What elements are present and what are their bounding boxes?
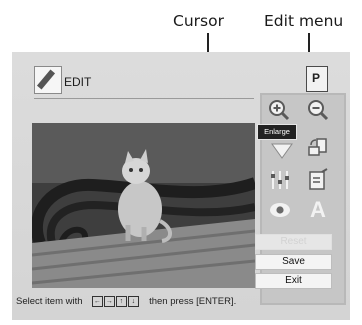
tooltip-enlarge: Enlarge bbox=[257, 124, 297, 140]
print-icon[interactable]: P bbox=[306, 66, 328, 92]
zoom-out-icon[interactable] bbox=[306, 98, 330, 122]
up-arrow-key-icon: ↑ bbox=[115, 296, 127, 307]
reset-button[interactable]: Reset bbox=[255, 234, 332, 250]
cat-on-bench-photo bbox=[32, 123, 255, 288]
svg-text:A: A bbox=[310, 197, 326, 220]
adjust-icon[interactable] bbox=[268, 168, 292, 192]
page-title: EDIT bbox=[64, 75, 92, 89]
cursor-callout-label: Cursor bbox=[173, 12, 224, 30]
right-arrow-key-icon: → bbox=[103, 296, 115, 307]
edit-menu-callout-label: Edit menu bbox=[264, 12, 344, 30]
exit-button[interactable]: Exit bbox=[255, 273, 332, 289]
red-eye-icon[interactable] bbox=[268, 198, 292, 222]
move-icon[interactable] bbox=[270, 140, 294, 164]
zoom-in-icon[interactable] bbox=[267, 98, 291, 122]
rotate-icon[interactable] bbox=[306, 136, 330, 160]
instruction-text-before: Select item with bbox=[16, 296, 83, 308]
print-icon-letter: P bbox=[312, 71, 321, 85]
text-icon[interactable]: A bbox=[306, 196, 330, 220]
instruction-text: Select item with ← → ↑ ↓ then press [ENTER]… bbox=[16, 296, 236, 308]
photo-image bbox=[32, 123, 255, 288]
save-button[interactable]: Save bbox=[255, 254, 332, 270]
title-divider bbox=[34, 98, 254, 99]
instruction-text-after: then press [ENTER]. bbox=[149, 296, 237, 308]
pencil-icon bbox=[34, 66, 62, 94]
down-arrow-key-icon: ↓ bbox=[127, 296, 139, 307]
frame-icon[interactable] bbox=[306, 168, 330, 192]
left-arrow-key-icon: ← bbox=[91, 296, 103, 307]
